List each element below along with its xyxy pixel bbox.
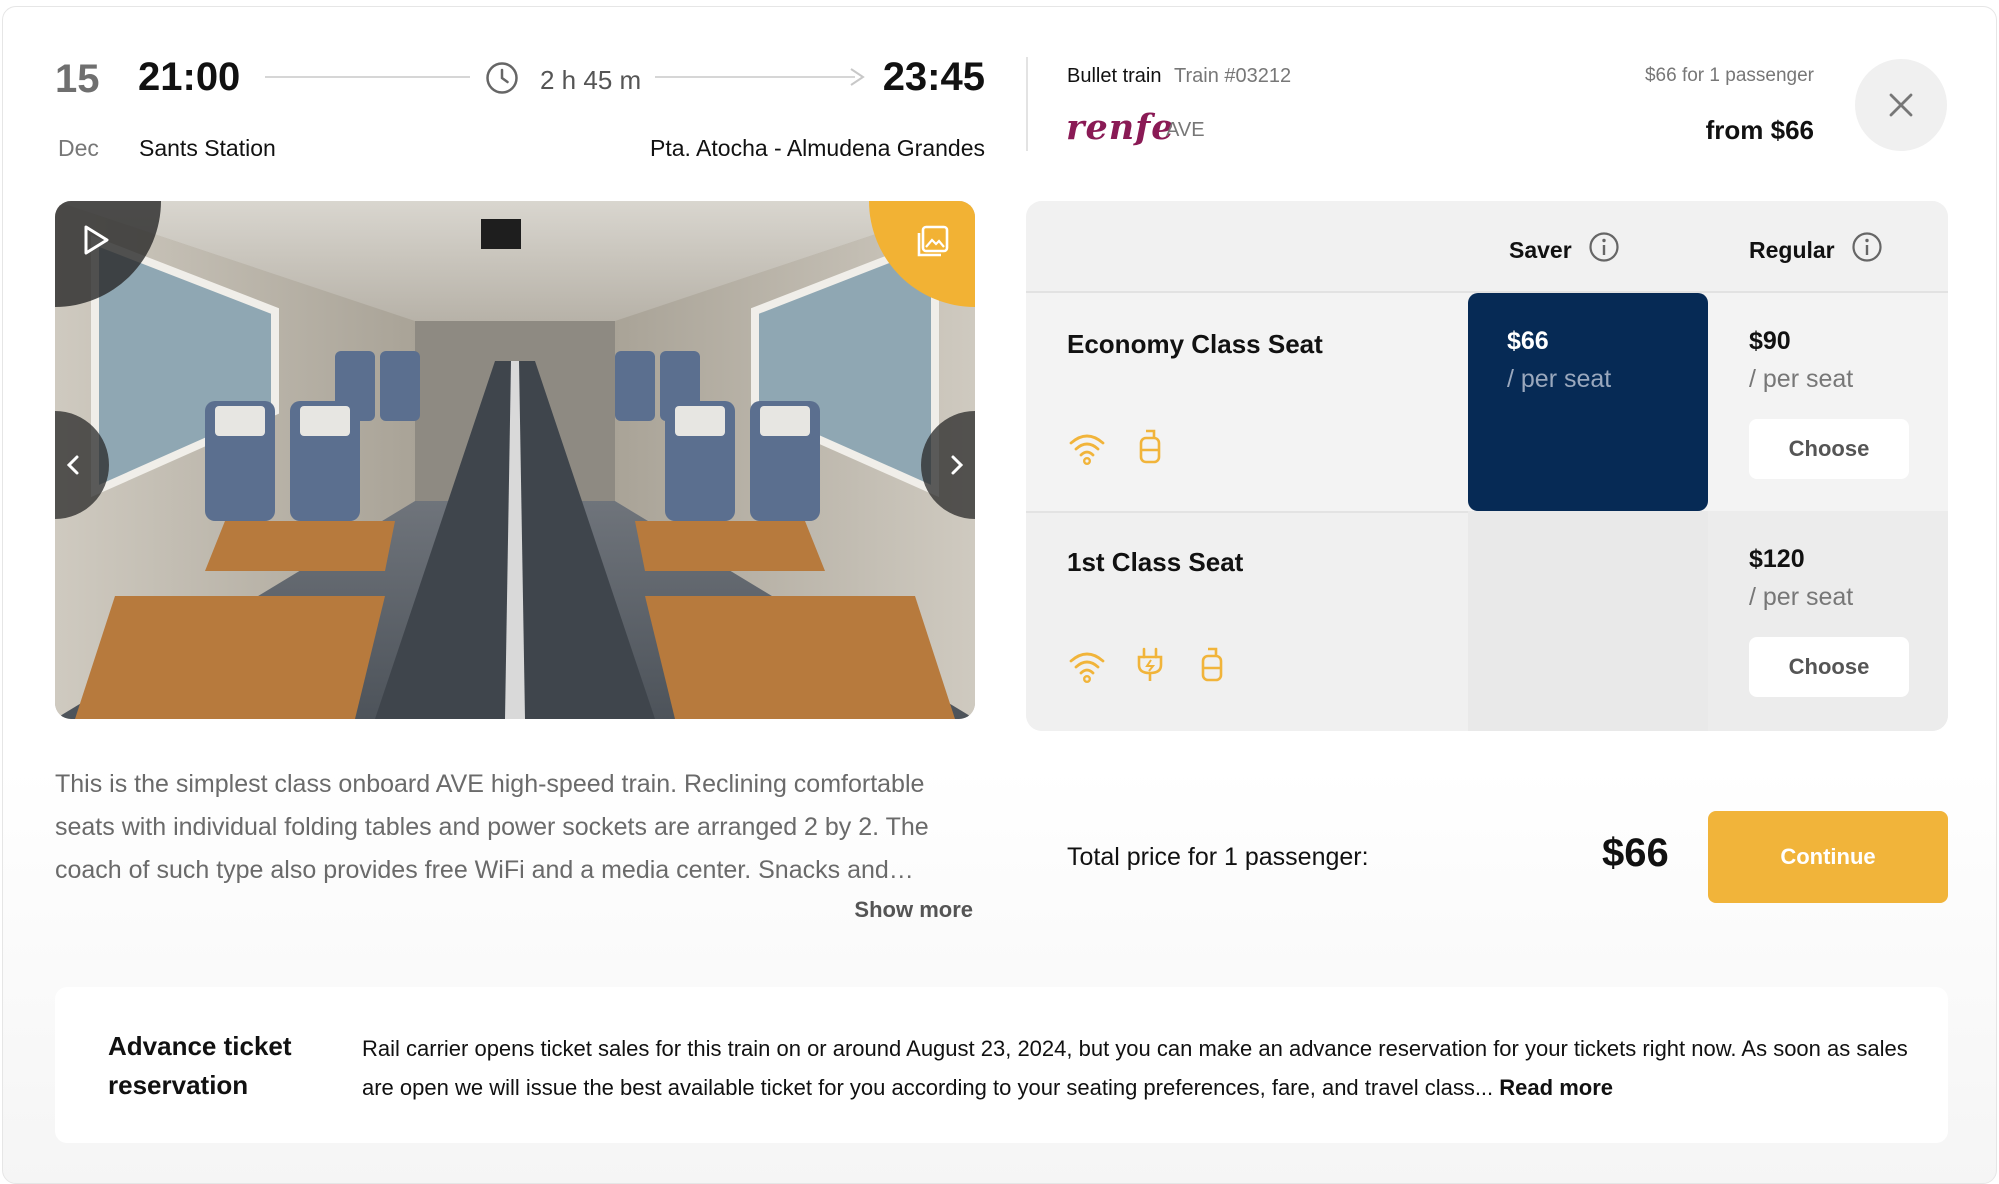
fare-price: $66 [1507,327,1549,355]
price-per-passenger: $66 for 1 passenger [1644,65,1814,86]
column-header-saver: Saver [1509,237,1572,263]
train-details-card: 15 Dec 21:00 Sants Station 2 h 45 m 23:4… [2,6,1997,1184]
regular-cell-first-class [1708,511,1948,731]
train-type: Bullet train [1067,65,1162,87]
train-interior-photo [55,201,975,719]
wifi-icon [1069,652,1105,684]
continue-button[interactable]: Continue [1708,811,1948,903]
renfe-logo: renfe [1066,107,1175,148]
choose-regular-economy-button[interactable]: Choose [1749,419,1909,479]
departure-time: 21:00 [138,55,241,99]
saver-fare-selected[interactable]: $66 / per seat [1468,293,1708,511]
departure-station: Sants Station [139,135,276,161]
read-more-link[interactable]: Read more [1499,1075,1613,1100]
total-price-label: Total price for 1 passenger: [1067,843,1369,871]
notice-title: Advance ticket reservation [108,1031,292,1100]
fare-table: Saver Regular Economy Class Seat $66 / p… [1026,201,1948,731]
info-icon[interactable] [1851,231,1883,263]
show-more-link[interactable]: Show more [854,897,973,923]
choose-regular-first-class-button[interactable]: Choose [1749,637,1909,697]
advance-reservation-notice: Advance ticket reservation Rail carrier … [55,987,1948,1143]
travel-day: 15 [55,57,100,101]
fare-price: $120 [1749,545,1805,573]
arrival-time: 23:45 [882,55,985,99]
travel-month: Dec [58,135,99,161]
fare-unit: / per seat [1507,365,1612,393]
journey-duration: 2 h 45 m [540,65,642,95]
gallery-icon [917,225,949,257]
close-icon [1889,93,1913,117]
close-button[interactable] [1855,59,1947,151]
luggage-icon [1139,429,1161,464]
timeline-line [265,76,470,78]
train-interior-image [55,201,975,719]
fare-price: $90 [1749,327,1791,355]
info-icon[interactable] [1588,231,1620,263]
train-number: Train #03212 [1174,65,1292,87]
notice-text: Rail carrier opens ticket sales for this… [362,1029,1922,1107]
clock-icon [486,62,518,94]
from-price: from $66 [1705,115,1814,145]
chevron-left-icon [66,455,79,475]
wifi-icon [1069,434,1105,466]
notice-body: Rail carrier opens ticket sales for this… [362,1036,1908,1100]
column-header-regular: Regular [1749,237,1835,263]
arrival-station: Pta. Atocha - Almudena Grandes [650,135,985,161]
play-icon [84,225,109,255]
saver-unavailable-cell [1468,511,1708,731]
class-description: This is the simplest class onboard AVE h… [55,770,929,884]
seat-class-name: Economy Class Seat [1067,329,1323,359]
fare-unit: / per seat [1749,583,1854,611]
fare-unit: / per seat [1749,365,1854,393]
seat-class-name: 1st Class Seat [1067,547,1244,577]
power-plug-icon [1137,647,1163,681]
timeline-line [655,76,855,78]
chevron-right-icon [951,455,964,475]
header-divider [1026,57,1028,151]
luggage-icon [1201,647,1223,682]
total-price: $66 [1602,831,1669,875]
train-service: AVE [1166,119,1205,141]
arrow-right-icon [850,68,865,86]
